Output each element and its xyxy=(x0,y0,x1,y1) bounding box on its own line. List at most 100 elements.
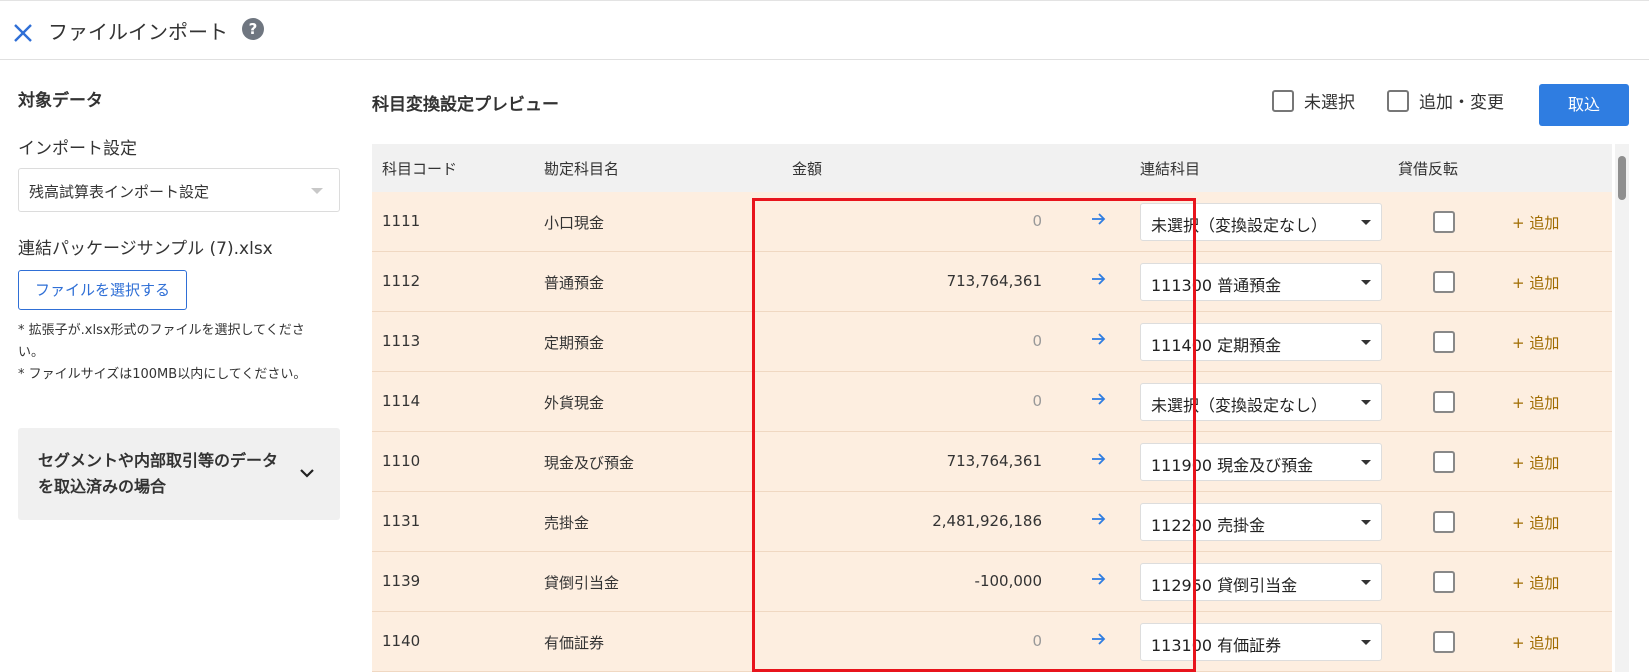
account-code: 1112 xyxy=(382,272,421,290)
amount: 0 xyxy=(1032,212,1042,230)
select-file-button[interactable]: ファイルを選択する xyxy=(18,270,187,310)
caret-down-icon xyxy=(1361,640,1371,645)
note-size: * ファイルサイズは100MB以内にしてください。 xyxy=(18,367,307,382)
legend-checkbox xyxy=(1272,89,1294,112)
table-body: 1111 小口現金 0 未選択（変換設定なし） + 追加 1112 普通預金 713,764,… xyxy=(372,192,1612,672)
table-row: 1113 定期預金 0 111400 定期預金 + 追加 xyxy=(372,312,1612,372)
import-setting-label: インポート設定 xyxy=(18,139,137,159)
account-code: 1110 xyxy=(382,452,421,470)
col-code: 科目コード xyxy=(382,160,458,178)
col-reverse: 貸借反転 xyxy=(1398,160,1459,178)
reverse-checkbox[interactable] xyxy=(1433,271,1455,293)
consolidated-account-select[interactable]: 111400 定期預金 xyxy=(1140,323,1382,361)
add-link[interactable]: + 追加 xyxy=(1512,332,1559,353)
consolidated-account-value: 未選択（変換設定なし） xyxy=(1151,396,1328,415)
account-name: 小口現金 xyxy=(544,214,605,232)
vertical-scrollbar[interactable] xyxy=(1615,144,1629,672)
table-row: 1110 現金及び預金 713,764,361 111900 現金及び預金 + 追加 xyxy=(372,432,1612,492)
amount: 0 xyxy=(1032,392,1042,410)
consolidated-account-select[interactable]: 113100 有価証券 xyxy=(1140,623,1382,661)
consolidated-account-value: 112200 売掛金 xyxy=(1151,516,1266,535)
chevron-down-icon xyxy=(300,469,314,478)
account-code: 1131 xyxy=(382,512,421,530)
table-row: 1140 有価証券 0 113100 有価証券 + 追加 xyxy=(372,612,1612,672)
consolidated-account-select[interactable]: 未選択（変換設定なし） xyxy=(1140,203,1382,241)
close-icon[interactable] xyxy=(10,20,36,46)
amount: 0 xyxy=(1032,332,1042,350)
amount: 0 xyxy=(1032,632,1042,650)
add-link[interactable]: + 追加 xyxy=(1512,572,1559,593)
reverse-checkbox[interactable] xyxy=(1433,571,1455,593)
consolidated-account-value: 111400 定期預金 xyxy=(1151,336,1282,355)
consolidated-account-select[interactable]: 111900 現金及び預金 xyxy=(1140,443,1382,481)
add-link[interactable]: + 追加 xyxy=(1512,452,1559,473)
consolidated-account-value: 111300 普通預金 xyxy=(1151,276,1282,295)
scrollbar-thumb[interactable] xyxy=(1618,156,1626,200)
table-header: 科目コード 勘定科目名 金額 連結科目 貸借反転 xyxy=(372,144,1612,192)
add-link[interactable]: + 追加 xyxy=(1512,272,1559,293)
consolidated-account-select[interactable]: 112200 売掛金 xyxy=(1140,503,1382,541)
consolidated-account-value: 111900 現金及び預金 xyxy=(1151,456,1314,475)
file-notes: * 拡張子が.xlsx形式のファイルを選択してください。 * ファイルサイズは1… xyxy=(18,320,328,386)
legend-add-change: 追加・変更 xyxy=(1387,88,1504,113)
reverse-checkbox[interactable] xyxy=(1433,391,1455,413)
legend-add-change-label: 追加・変更 xyxy=(1419,93,1504,113)
import-button[interactable]: 取込 xyxy=(1539,84,1629,126)
legend-checkbox xyxy=(1387,89,1409,112)
legend-unselected: 未選択 xyxy=(1272,88,1355,113)
caret-down-icon xyxy=(1361,520,1371,525)
consolidated-account-select[interactable]: 111300 普通預金 xyxy=(1140,263,1382,301)
reverse-checkbox[interactable] xyxy=(1433,331,1455,353)
account-name: 現金及び預金 xyxy=(544,454,635,472)
caret-down-icon xyxy=(1361,400,1371,405)
help-icon[interactable]: ? xyxy=(242,18,264,40)
arrow-right-icon xyxy=(1092,513,1106,525)
chevron-down-icon xyxy=(311,188,323,194)
legend-unselected-label: 未選択 xyxy=(1304,93,1355,113)
table-row: 1139 貸倒引当金 -100,000 112950 貸倒引当金 + 追加 xyxy=(372,552,1612,612)
consolidated-account-select[interactable]: 未選択（変換設定なし） xyxy=(1140,383,1382,421)
caret-down-icon xyxy=(1361,460,1371,465)
account-code: 1140 xyxy=(382,632,421,650)
reverse-checkbox[interactable] xyxy=(1433,211,1455,233)
reverse-checkbox[interactable] xyxy=(1433,631,1455,653)
table-row: 1114 外貨現金 0 未選択（変換設定なし） + 追加 xyxy=(372,372,1612,432)
amount: 713,764,361 xyxy=(946,452,1042,470)
table-row: 1131 売掛金 2,481,926,186 112200 売掛金 + 追加 xyxy=(372,492,1612,552)
import-setting-value: 残高試算表インポート設定 xyxy=(29,183,210,201)
account-name: 外貨現金 xyxy=(544,394,605,412)
caret-down-icon xyxy=(1361,340,1371,345)
account-name: 有価証券 xyxy=(544,634,605,652)
conversion-table: 科目コード 勘定科目名 金額 連結科目 貸借反転 1111 小口現金 0 未選択（変換… xyxy=(372,144,1612,672)
caret-down-icon xyxy=(1361,580,1371,585)
consolidated-account-select[interactable]: 112950 貸倒引当金 xyxy=(1140,563,1382,601)
preview-title: 科目変換設定プレビュー xyxy=(372,95,559,115)
add-link[interactable]: + 追加 xyxy=(1512,512,1559,533)
arrow-right-icon xyxy=(1092,633,1106,645)
reverse-checkbox[interactable] xyxy=(1433,511,1455,533)
arrow-right-icon xyxy=(1092,213,1106,225)
amount: 713,764,361 xyxy=(946,272,1042,290)
target-data-title: 対象データ xyxy=(18,91,103,111)
import-setting-select[interactable]: 残高試算表インポート設定 xyxy=(18,168,340,212)
arrow-right-icon xyxy=(1092,393,1106,405)
add-link[interactable]: + 追加 xyxy=(1512,632,1559,653)
account-code: 1139 xyxy=(382,572,421,590)
col-consolidated: 連結科目 xyxy=(1140,160,1201,178)
reverse-checkbox[interactable] xyxy=(1433,451,1455,473)
file-name: 連結パッケージサンプル (7).xlsx xyxy=(18,239,273,259)
account-code: 1113 xyxy=(382,332,421,350)
segment-accordion[interactable]: セグメントや内部取引等のデータを取込済みの場合 xyxy=(18,428,340,520)
table-row: 1111 小口現金 0 未選択（変換設定なし） + 追加 xyxy=(372,192,1612,252)
table-row: 1112 普通預金 713,764,361 111300 普通預金 + 追加 xyxy=(372,252,1612,312)
amount: 2,481,926,186 xyxy=(932,512,1042,530)
segment-accordion-label: セグメントや内部取引等のデータを取込済みの場合 xyxy=(38,451,279,496)
add-link[interactable]: + 追加 xyxy=(1512,212,1559,233)
add-link[interactable]: + 追加 xyxy=(1512,392,1559,413)
account-code: 1111 xyxy=(382,212,421,230)
account-code: 1114 xyxy=(382,392,421,410)
arrow-right-icon xyxy=(1092,273,1106,285)
consolidated-account-value: 未選択（変換設定なし） xyxy=(1151,216,1328,235)
caret-down-icon xyxy=(1361,280,1371,285)
note-extension: * 拡張子が.xlsx形式のファイルを選択してください。 xyxy=(18,323,305,360)
